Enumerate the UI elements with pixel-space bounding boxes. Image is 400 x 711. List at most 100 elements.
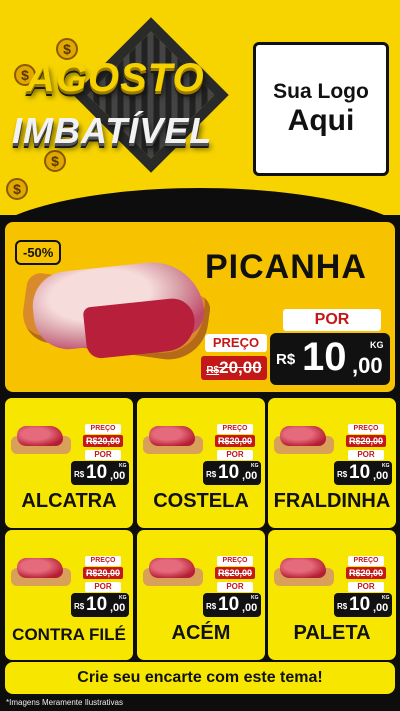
logo-placeholder: Sua Logo Aqui <box>253 42 389 176</box>
coin-symbol: $ <box>63 41 71 57</box>
product-image <box>143 426 203 454</box>
price-label: PREÇO <box>348 424 384 434</box>
header-banner: $ $ $ $ AGOSTO IMBATÍVEL Sua Logo Aqui <box>0 0 400 215</box>
price-decimal: ,00 <box>352 353 383 378</box>
old-price-value: 20,00 <box>229 568 253 578</box>
price-label: PREÇO <box>85 424 121 434</box>
featured-product-card: -50% PICANHA PREÇO R$20,00 POR R$ 10 ,00… <box>5 222 395 392</box>
por-label: POR <box>217 450 253 460</box>
old-price: R$20,00 <box>215 435 255 447</box>
old-price-value: 20,00 <box>360 568 384 578</box>
product-card: PREÇO R$20,00 POR R$ 10,00 KG PALETA <box>268 530 396 660</box>
cta-banner[interactable]: Crie seu encarte com este tema! <box>5 662 395 694</box>
meat-image <box>17 558 63 578</box>
product-card: PREÇO R$20,00 POR R$ 10,00 KG ALCATRA <box>5 398 133 528</box>
product-card: PREÇO R$20,00 POR R$ 10,00 KG CONTRA FILÉ <box>5 530 133 660</box>
currency: R$ <box>206 602 217 611</box>
price-label: PREÇO <box>348 556 384 566</box>
old-price: R$20,00 <box>215 567 255 579</box>
flyer-page: $ $ $ $ AGOSTO IMBATÍVEL Sua Logo Aqui -… <box>0 0 400 711</box>
product-name: PALETA <box>293 622 371 644</box>
price-label: PREÇO <box>85 556 121 566</box>
por-label: POR <box>85 582 121 592</box>
price-label: PREÇO <box>217 556 253 566</box>
old-price-value: 20,00 <box>219 358 262 377</box>
price-integer: 10 <box>349 594 371 615</box>
old-price-value: 20,00 <box>97 568 121 578</box>
price-unit: KG <box>119 463 127 469</box>
product-image <box>143 558 203 586</box>
price-unit: KG <box>251 463 259 469</box>
product-name: COSTELA <box>153 490 249 512</box>
old-price: R$20,00 <box>346 567 386 579</box>
price-unit: KG <box>119 595 127 601</box>
promo-title-line2: IMBATÍVEL <box>12 110 213 151</box>
product-image <box>11 558 71 586</box>
old-price: R$20,00 <box>346 435 386 447</box>
product-name: CONTRA FILÉ <box>12 625 126 644</box>
new-price: R$ 10,00 KG <box>203 593 261 617</box>
product-image <box>274 426 334 454</box>
disclaimer-text: *Imagens Meramente Ilustrativas <box>6 698 123 707</box>
new-price: R$ 10,00 KG <box>203 461 261 485</box>
old-currency: R$ <box>348 436 361 446</box>
currency: R$ <box>337 470 348 479</box>
product-card: PREÇO R$20,00 POR R$ 10,00 KG COSTELA <box>137 398 265 528</box>
product-name: FRALDINHA <box>273 490 391 512</box>
meat-image <box>149 426 195 446</box>
price-unit: KG <box>370 340 384 350</box>
product-image <box>274 558 334 586</box>
logo-text-line2: Aqui <box>287 104 355 137</box>
old-currency: R$ <box>217 436 230 446</box>
new-price: R$ 10,00 KG <box>334 593 392 617</box>
price-decimal: ,00 <box>373 470 389 482</box>
old-currency: R$ <box>217 568 230 578</box>
logo-text-line1: Sua Logo <box>273 80 369 103</box>
price-label: PREÇO <box>205 334 267 352</box>
por-label: POR <box>85 450 121 460</box>
old-price-value: 20,00 <box>97 436 121 446</box>
old-price-value: 20,00 <box>360 436 384 446</box>
old-price: R$20,00 <box>83 567 123 579</box>
old-currency: R$ <box>85 568 98 578</box>
featured-product-name: PICANHA <box>205 248 367 286</box>
meat-image <box>17 426 63 446</box>
por-label: POR <box>348 450 384 460</box>
coin-icon: $ <box>6 178 28 200</box>
old-currency: R$ <box>85 436 98 446</box>
price-integer: 10 <box>349 462 371 483</box>
discount-badge: -50% <box>15 240 62 265</box>
coin-symbol: $ <box>13 181 21 197</box>
header-wave-divider <box>0 188 400 215</box>
price-unit: KG <box>251 595 259 601</box>
price-unit: KG <box>382 463 390 469</box>
price-integer: 10 <box>86 594 108 615</box>
new-price: R$ 10,00 KG <box>334 461 392 485</box>
price-label: PREÇO <box>217 424 253 434</box>
currency: R$ <box>206 470 217 479</box>
meat-image <box>149 558 195 578</box>
meat-image <box>280 558 326 578</box>
price-integer: 10 <box>218 462 240 483</box>
price-decimal: ,00 <box>110 602 126 614</box>
coin-icon: $ <box>44 150 66 172</box>
price-unit: KG <box>382 595 390 601</box>
product-image <box>11 426 71 454</box>
por-label: POR <box>283 309 381 331</box>
meat-image <box>280 426 326 446</box>
product-card: PREÇO R$20,00 POR R$ 10,00 KG FRALDINHA <box>268 398 396 528</box>
new-price: R$ 10,00 KG <box>71 593 129 617</box>
promo-title-line1: AGOSTO <box>26 56 205 100</box>
price-integer: 10 <box>302 335 347 379</box>
por-label: POR <box>348 582 384 592</box>
price-integer: 10 <box>218 594 240 615</box>
price-integer: 10 <box>86 462 108 483</box>
currency: R$ <box>74 470 85 479</box>
price-decimal: ,00 <box>373 602 389 614</box>
price-decimal: ,00 <box>242 470 258 482</box>
por-label: POR <box>217 582 253 592</box>
old-price: R$20,00 <box>83 435 123 447</box>
new-price: R$ 10,00 KG <box>71 461 129 485</box>
price-decimal: ,00 <box>242 602 258 614</box>
product-name: ALCATRA <box>21 490 117 512</box>
